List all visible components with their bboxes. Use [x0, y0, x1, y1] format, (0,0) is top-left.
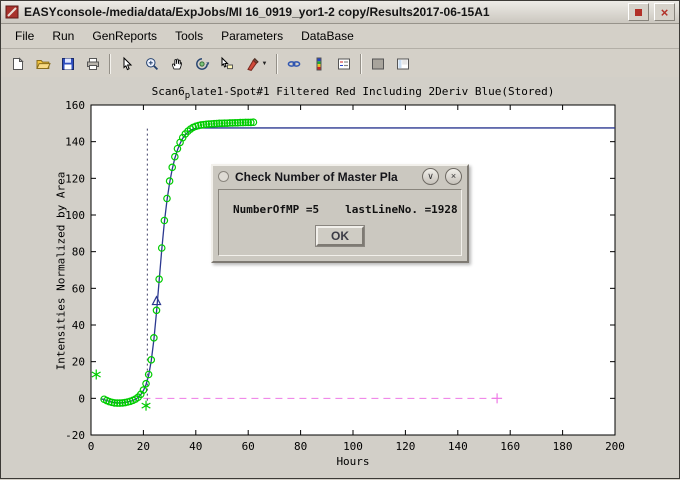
toolbar-separator — [109, 54, 111, 74]
toolbar: ▼ — [1, 49, 679, 80]
zoom-in-button[interactable] — [140, 52, 164, 76]
minimize-button[interactable] — [628, 3, 649, 21]
svg-text:140: 140 — [65, 136, 85, 149]
menu-parameters[interactable]: Parameters — [212, 26, 292, 46]
pan-hand-icon — [169, 56, 185, 72]
svg-text:180: 180 — [553, 440, 573, 453]
svg-text:0: 0 — [88, 440, 95, 453]
print-icon — [85, 56, 101, 72]
minimize-icon — [635, 9, 642, 16]
link-plot-icon — [286, 56, 302, 72]
window-title: EASYconsole-/media/data/ExpJobs/MI 16_09… — [24, 5, 623, 19]
svg-text:40: 40 — [72, 319, 85, 332]
chart-title: Scan6plate1-Spot#1 Filtered Red Includin… — [91, 85, 615, 101]
chart-title-pre: Scan6 — [152, 85, 185, 98]
show-plot-tools-button[interactable] — [391, 52, 415, 76]
svg-text:160: 160 — [65, 99, 85, 112]
brush-icon — [245, 56, 261, 72]
insert-legend-icon — [336, 56, 352, 72]
dialog-message: NumberOfMP =5 lastLineNo. =1928 — [233, 203, 461, 216]
svg-text:160: 160 — [500, 440, 520, 453]
save-button[interactable] — [56, 52, 80, 76]
new-document-icon — [10, 56, 26, 72]
dialog-check-number-of-master-plates: Check Number of Master Pla ∨ × NumberOfM… — [211, 164, 469, 263]
dialog-titlebar: Check Number of Master Pla ∨ × — [213, 166, 467, 187]
insert-legend-button[interactable] — [332, 52, 356, 76]
pan-button[interactable] — [165, 52, 189, 76]
y-axis-label: Intensities Normalized by Area — [55, 172, 68, 371]
window-titlebar: EASYconsole-/media/data/ExpJobs/MI 16_09… — [1, 1, 679, 24]
data-cursor-icon — [219, 56, 235, 72]
svg-text:0: 0 — [78, 392, 85, 405]
data-cursor-button[interactable] — [215, 52, 239, 76]
svg-text:120: 120 — [395, 440, 415, 453]
dialog-title: Check Number of Master Pla — [235, 170, 416, 184]
svg-text:120: 120 — [65, 172, 85, 185]
brush-button[interactable]: ▼ — [240, 52, 272, 76]
toolbar-separator — [360, 54, 362, 74]
rotate-3d-button[interactable] — [190, 52, 214, 76]
menu-genreports[interactable]: GenReports — [83, 26, 166, 46]
x-axis-label: Hours — [91, 455, 615, 468]
svg-text:140: 140 — [448, 440, 468, 453]
svg-text:100: 100 — [65, 209, 85, 222]
close-button[interactable]: × — [654, 3, 675, 21]
svg-text:200: 200 — [605, 440, 625, 453]
svg-text:100: 100 — [343, 440, 363, 453]
menu-file[interactable]: File — [6, 26, 43, 46]
svg-text:60: 60 — [72, 282, 85, 295]
dialog-menu-icon[interactable] — [218, 171, 229, 182]
dialog-content-frame: NumberOfMP =5 lastLineNo. =1928 OK — [218, 189, 462, 256]
chart-title-post: late1-Spot#1 Filtered Red Including 2Der… — [190, 85, 554, 98]
close-icon: × — [661, 6, 669, 19]
print-button[interactable] — [81, 52, 105, 76]
svg-text:20: 20 — [137, 440, 150, 453]
dialog-close-button[interactable]: × — [445, 168, 462, 185]
link-plot-button[interactable] — [282, 52, 306, 76]
plot-area: 020406080100120140160180200-200204060801… — [1, 77, 680, 480]
zoom-in-icon — [144, 56, 160, 72]
edit-plot-button[interactable] — [115, 52, 139, 76]
chevron-down-icon: ∨ — [427, 172, 434, 181]
menu-bar: File Run GenReports Tools Parameters Dat… — [1, 24, 679, 49]
window-icon — [5, 5, 19, 19]
svg-text:60: 60 — [242, 440, 255, 453]
toolbar-separator — [276, 54, 278, 74]
svg-text:-20: -20 — [65, 429, 85, 442]
insert-colorbar-icon — [311, 56, 327, 72]
menu-database[interactable]: DataBase — [292, 26, 363, 46]
hide-plot-tools-button[interactable] — [366, 52, 390, 76]
svg-text:80: 80 — [72, 246, 85, 259]
svg-text:40: 40 — [189, 440, 202, 453]
dialog-collapse-button[interactable]: ∨ — [422, 168, 439, 185]
rotate-3d-icon — [194, 56, 210, 72]
brush-dropdown-icon: ▼ — [262, 61, 268, 67]
hide-plot-tools-icon — [370, 56, 386, 72]
insert-colorbar-button[interactable] — [307, 52, 331, 76]
ok-button[interactable]: OK — [316, 226, 364, 246]
figure-area: 020406080100120140160180200-200204060801… — [1, 77, 679, 478]
close-icon: × — [451, 172, 456, 181]
menu-tools[interactable]: Tools — [166, 26, 212, 46]
show-plot-tools-icon — [395, 56, 411, 72]
save-icon — [60, 56, 76, 72]
easyconsole-window: EASYconsole-/media/data/ExpJobs/MI 16_09… — [0, 0, 680, 479]
last-line-no-value: lastLineNo. =1928 — [345, 203, 458, 216]
svg-text:20: 20 — [72, 356, 85, 369]
open-button[interactable] — [31, 52, 55, 76]
open-folder-icon — [35, 56, 51, 72]
svg-text:80: 80 — [294, 440, 307, 453]
menu-run[interactable]: Run — [43, 26, 83, 46]
new-button[interactable] — [6, 52, 30, 76]
number-of-mp-value: NumberOfMP =5 — [233, 203, 319, 216]
edit-plot-icon — [119, 56, 135, 72]
